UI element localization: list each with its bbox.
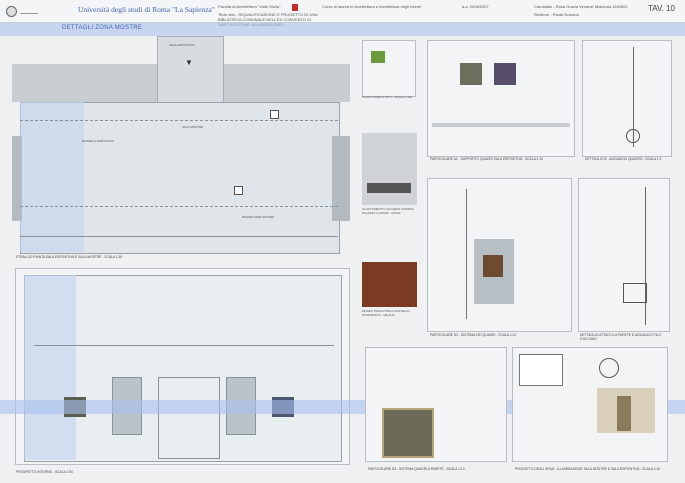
plan-dim-line [20,236,338,237]
photo-caption-3: MUSEO PINACOTECA CASTELLO SFORZESCO - MI… [362,309,410,317]
plan-label-entrance: SALA ESPOSITIVA [169,43,195,47]
plan-note-1: PANNELLI ESPOSITIVI [82,139,114,143]
detail-d3 [365,347,507,462]
flag-icon [292,4,298,11]
header-bar: Università degli studi di Roma "La Sapie… [0,0,685,27]
painting-thumbnail [382,408,434,458]
elevation-rail [34,345,334,346]
plan-wall-right [222,64,350,102]
university-seal-icon [6,6,17,17]
plan-tag [234,186,243,195]
plan-axis-2 [20,206,338,207]
plan-tag [270,110,279,119]
plan-caption: STRALCIO PIANTA SALA ESPOSITIVA E SALA M… [16,255,123,259]
wall-bracket [623,283,647,303]
plan-side-wall-left [12,136,22,221]
sketch-box [519,354,563,386]
course-name: Corso di laurea in Architettura e Archit… [322,4,422,9]
plan-axis-1 [20,120,338,121]
room-photo [597,388,655,433]
ceiling-photo [362,40,416,97]
detail-a1 [427,40,575,157]
detail-proj [512,347,668,462]
university-name: Università degli studi di Roma "La Sapie… [78,5,215,14]
painting-thumbnail [494,63,516,85]
sheet-number: TAV. 10 [648,4,675,13]
signature-mark [20,7,38,14]
green-block [371,51,385,63]
detail-d2 [427,178,572,332]
detail-b-caption: DETTAGLIO B - AGGANCIO QUADRO - SCALA 1:… [585,157,662,161]
detail-c [578,178,670,332]
academic-year: a.a. 2006/2007 [462,4,489,9]
plan-drawing: ▼ SALA ESPOSITIVA SALA MOSTRE PANNELLI E… [12,36,350,264]
detail-d3-caption: PARTICOLARE D3 - SISTEMA QUADRI A PARETE… [368,467,465,471]
fresco-photo [362,262,417,307]
hook-circle [626,129,640,143]
arrow-down-icon: ▼ [185,58,193,67]
elevation-caption: PROSPETTO INTERNO - SCALA 1:50 [16,470,73,474]
elevation-door-2 [158,377,220,459]
room-door [617,396,631,431]
plan-highlight [20,102,84,252]
matricola: Matricola 1162602 [595,4,628,9]
plan-label-hall: SALA MOSTRE [182,125,204,129]
detail-slab [432,123,570,127]
elevation-drawing [15,268,350,465]
elevation-highlight [24,275,76,460]
gallery-photo [362,133,417,205]
painting-thumbnail [483,255,503,277]
candidate: Candidato - Rosa Grazia Venanzi [534,4,594,9]
plan-note-2: BINARIO PER SISTEMI [242,215,275,219]
photo-caption-1: PIANTA PARETI TIPO - SCALA 1:100 [362,95,413,99]
detail-c-caption: DETTAGLIO ATTACCO A PARETE E AGGANCIO FI… [580,333,661,341]
detail-b [582,40,672,157]
wire-line [466,189,467,319]
plan-side-wall-right [332,136,350,221]
wire-line [645,187,646,325]
photo-caption-2: ALLESTIMENTO GALLERIA CORSINI, PALAZZO C… [362,207,415,215]
detail-d2-caption: PARTICOLARE D2 - SISTEMA DEI QUADRI - SC… [430,333,517,337]
detail-proj-caption: PROGETTO DEGLI SPAZI - ILLUMINAZIONE SAL… [515,467,661,471]
detail-a1-caption: PARTICOLARE A1 - SUPPORTO QUADRI SALA ES… [430,157,543,161]
relatore: Relatore - Paola Scarano [534,12,579,17]
section-title: DETTAGLI ZONA MOSTRE [62,25,143,31]
painting-thumbnail [460,63,482,85]
lamp-icon [599,358,619,378]
faculty-name: Facoltà di Architettura "Valle Giulia" [218,4,281,9]
gallery-floor [367,183,411,193]
plan-wall-left [12,64,157,102]
